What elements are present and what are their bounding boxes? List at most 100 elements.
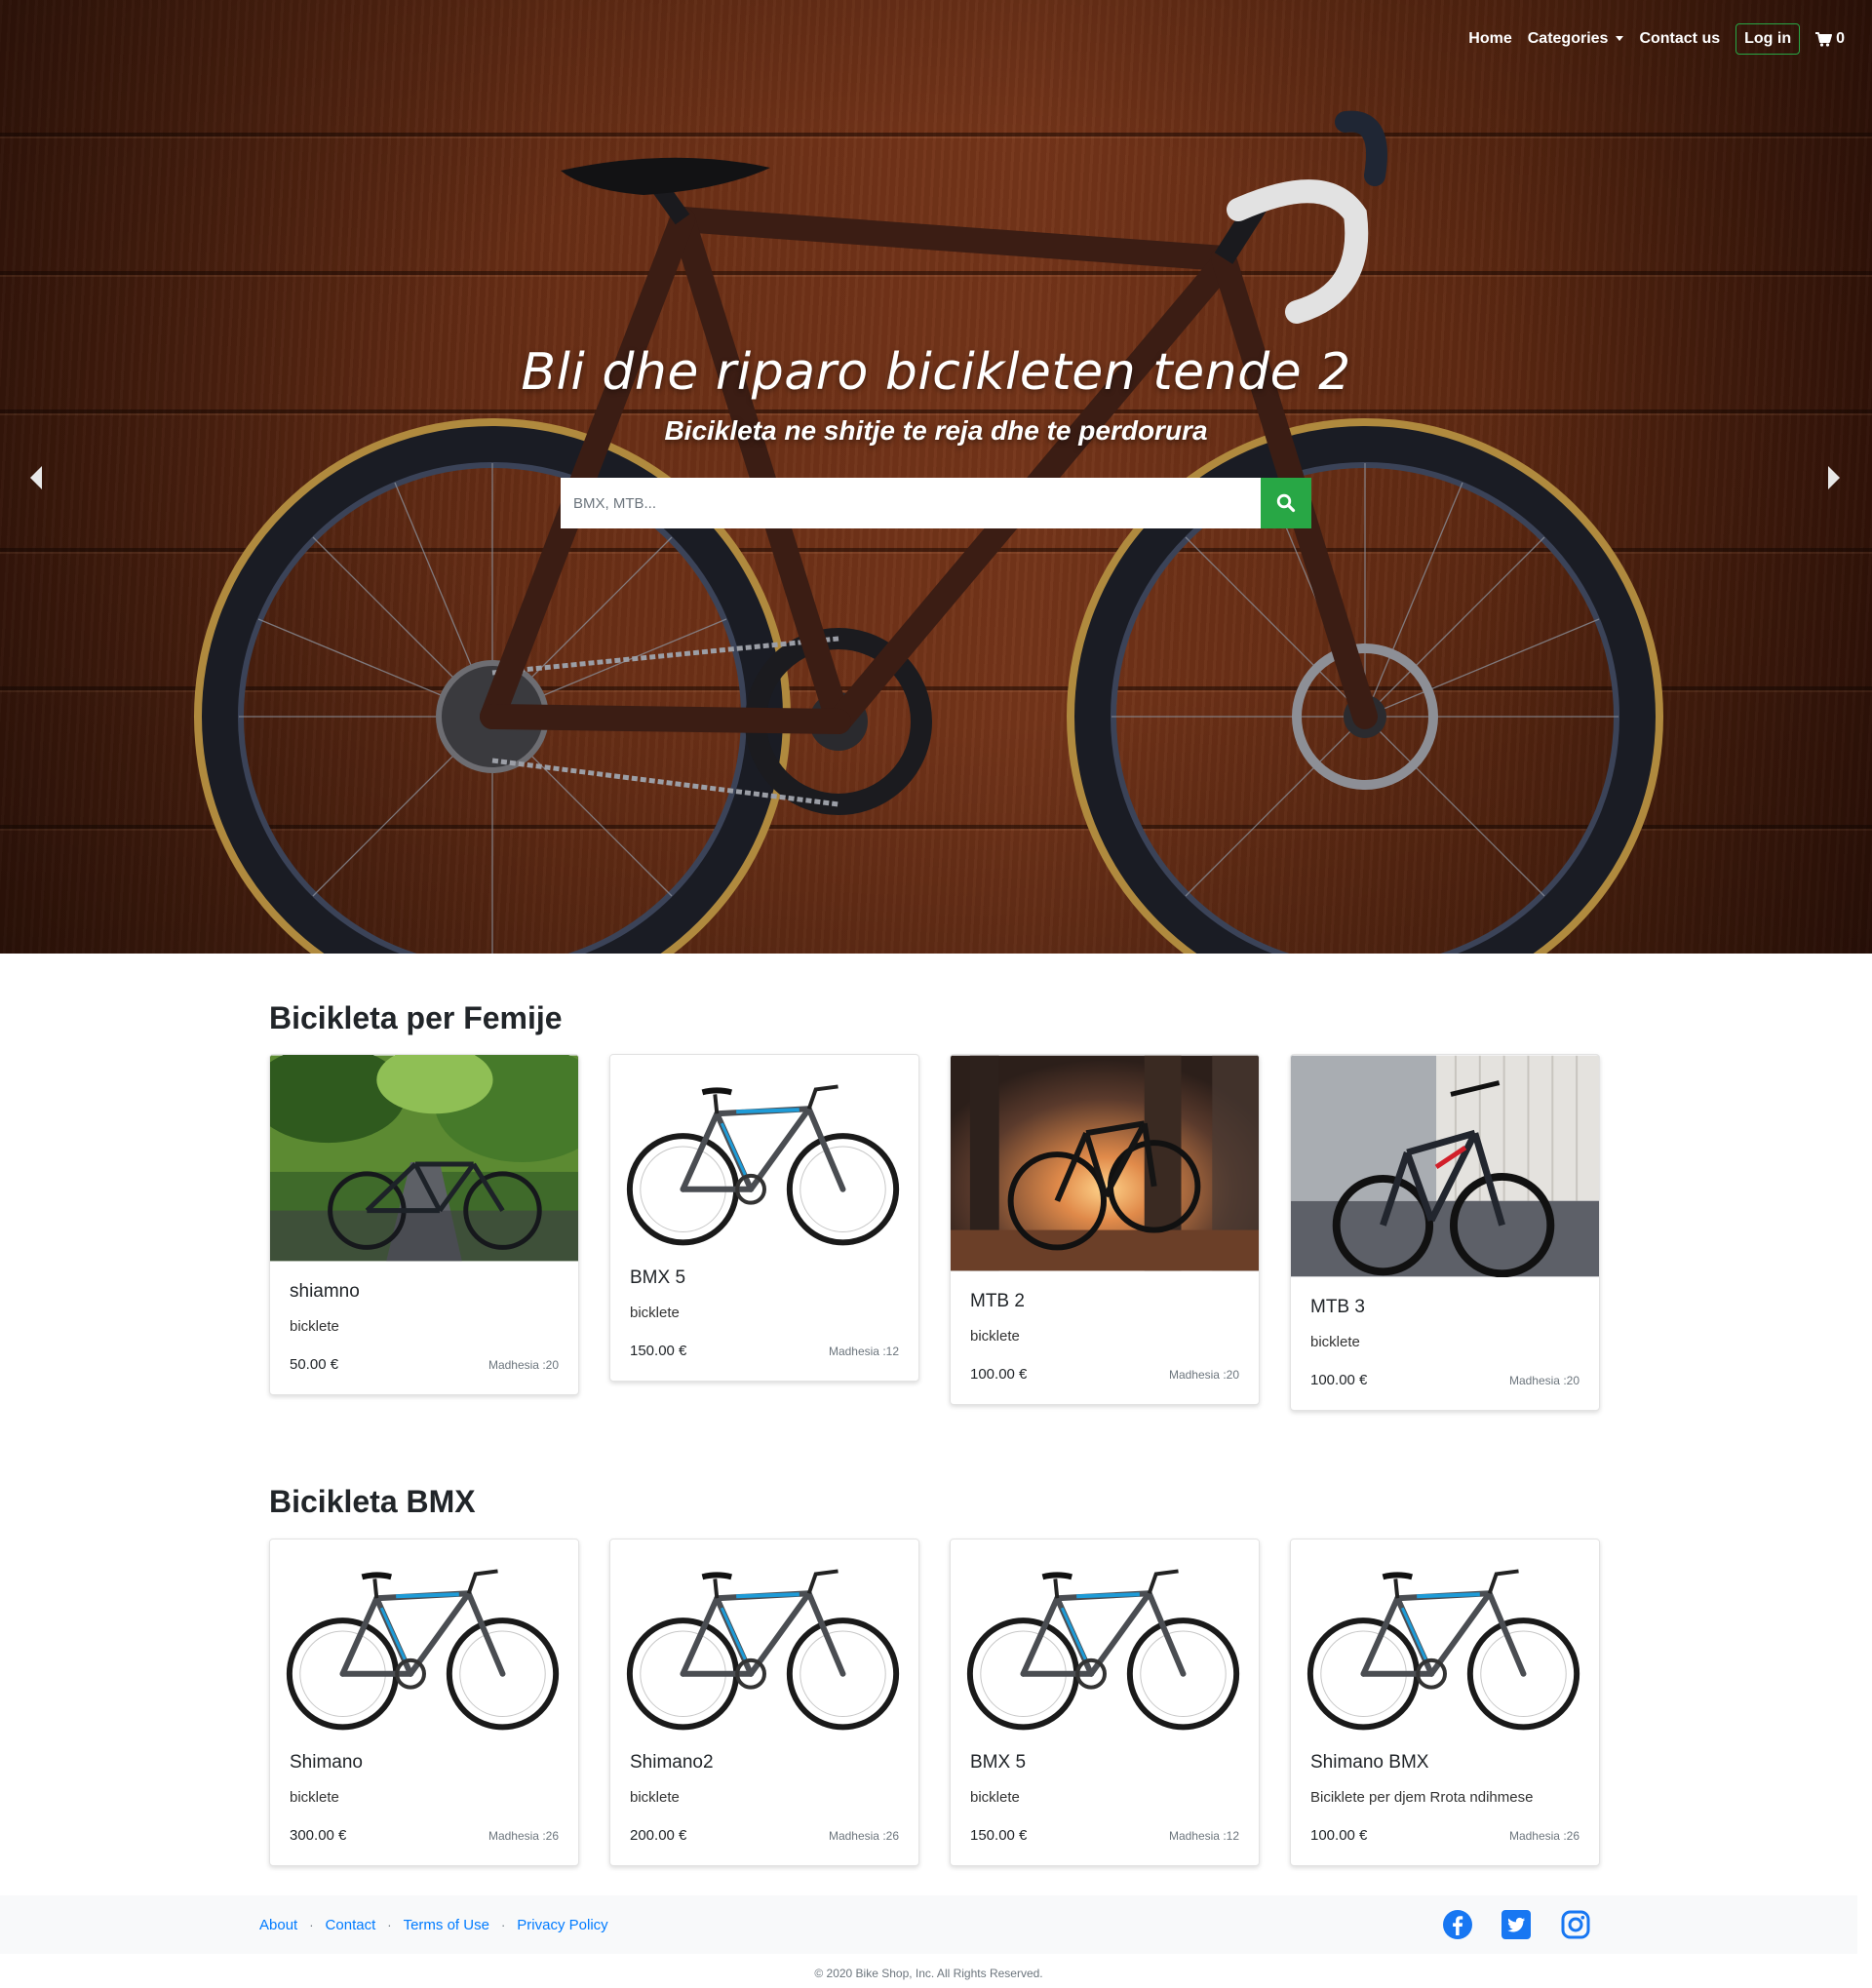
facebook-link[interactable] — [1442, 1909, 1473, 1940]
nav-home-link[interactable]: Home — [1468, 30, 1511, 48]
card-body: shiamno bicklete 50.00 € Madhesia :20 — [270, 1262, 578, 1394]
product-size: Madhesia :20 — [1508, 1373, 1580, 1387]
hero-bike-illustration — [194, 110, 1663, 954]
product-card[interactable]: BMX 5 bicklete 150.00 € Madhesia :12 — [609, 1054, 919, 1382]
product-name: BMX 5 — [630, 1267, 686, 1288]
product-price: 100.00 € — [1310, 1372, 1368, 1388]
card-footer: 100.00 € Madhesia :20 — [1310, 1372, 1580, 1388]
card-footer: 100.00 € Madhesia :26 — [1310, 1827, 1580, 1844]
street-mtb-photo — [1291, 1055, 1599, 1277]
card-body: Shimano bicklete 300.00 € Madhesia :26 — [270, 1733, 578, 1865]
section-title-femije: Bicikleta per Femije — [269, 1000, 563, 1035]
card-footer: 300.00 € Madhesia :26 — [290, 1827, 559, 1844]
search-bar — [561, 478, 1311, 528]
park-road-bike-photo — [270, 1055, 578, 1262]
carousel-next-button[interactable] — [1821, 464, 1847, 491]
footer-about-link[interactable]: About — [259, 1917, 297, 1933]
product-description: bicklete — [290, 1318, 339, 1335]
product-price: 300.00 € — [290, 1827, 347, 1844]
studio-bike-photo — [610, 1055, 918, 1248]
instagram-icon — [1561, 1910, 1590, 1939]
product-price: 200.00 € — [630, 1827, 687, 1844]
product-description: bicklete — [630, 1789, 680, 1806]
search-button[interactable] — [1261, 478, 1311, 528]
product-card[interactable]: MTB 2 bicklete 100.00 € Madhesia :20 — [950, 1054, 1260, 1405]
chevron-left-icon — [30, 466, 42, 489]
card-body: MTB 2 bicklete 100.00 € Madhesia :20 — [951, 1271, 1259, 1404]
product-size: Madhesia :26 — [488, 1828, 559, 1843]
product-size: Madhesia :20 — [1168, 1367, 1239, 1382]
footer-privacy-link[interactable]: Privacy Policy — [517, 1917, 607, 1933]
product-size: Madhesia :12 — [1168, 1828, 1239, 1843]
caret-down-icon — [1616, 36, 1624, 42]
nav-categories-label: Categories — [1527, 30, 1609, 47]
card-footer: 100.00 € Madhesia :20 — [970, 1366, 1239, 1383]
copyright-text: © 2020 Bike Shop, Inc. All Rights Reserv… — [814, 1967, 1043, 1980]
hero-carousel: Home Categories Contact us Log in 0 Bli … — [0, 0, 1872, 954]
twitter-icon — [1502, 1910, 1531, 1939]
card-body: Shimano2 bicklete 200.00 € Madhesia :26 — [610, 1733, 918, 1865]
search-input[interactable] — [561, 478, 1261, 528]
studio-bike-photo — [270, 1540, 578, 1733]
studio-bike-photo — [610, 1540, 918, 1733]
product-row-bmx: Shimano bicklete 300.00 € Madhesia :26 S… — [269, 1539, 1605, 1866]
card-body: Shimano BMX Biciklete per djem Rrota ndi… — [1291, 1733, 1599, 1865]
product-price: 50.00 € — [290, 1356, 339, 1373]
product-card[interactable]: BMX 5 bicklete 150.00 € Madhesia :12 — [950, 1539, 1260, 1866]
product-card[interactable]: Shimano2 bicklete 200.00 € Madhesia :26 — [609, 1539, 919, 1866]
product-description: bicklete — [290, 1789, 339, 1806]
card-footer: 150.00 € Madhesia :12 — [970, 1827, 1239, 1844]
card-footer: 50.00 € Madhesia :20 — [290, 1356, 559, 1373]
product-size: Madhesia :12 — [828, 1344, 899, 1358]
product-name: Shimano2 — [630, 1752, 714, 1773]
twitter-link[interactable] — [1501, 1909, 1532, 1940]
cart-icon — [1815, 31, 1833, 47]
cart-button[interactable]: 0 — [1815, 30, 1845, 48]
footer-contact-link[interactable]: Contact — [326, 1917, 376, 1933]
product-price: 100.00 € — [970, 1366, 1028, 1383]
product-description: bicklete — [1310, 1334, 1360, 1350]
product-price: 100.00 € — [1310, 1827, 1368, 1844]
top-navbar: Home Categories Contact us Log in 0 — [1468, 23, 1845, 55]
product-price: 150.00 € — [630, 1343, 687, 1359]
carousel-prev-button[interactable] — [23, 464, 49, 491]
product-size: Madhesia :20 — [488, 1357, 559, 1372]
card-footer: 200.00 € Madhesia :26 — [630, 1827, 899, 1844]
product-description: bicklete — [630, 1305, 680, 1321]
product-description: bicklete — [970, 1789, 1020, 1806]
footer-separator: · — [500, 1917, 506, 1932]
product-size: Madhesia :26 — [828, 1828, 899, 1843]
footer-terms-link[interactable]: Terms of Use — [404, 1917, 489, 1933]
product-name: Shimano — [290, 1752, 363, 1773]
footer-separator: · — [309, 1917, 314, 1932]
card-body: BMX 5 bicklete 150.00 € Madhesia :12 — [610, 1248, 918, 1381]
product-size: Madhesia :26 — [1508, 1828, 1580, 1843]
hero-subtitle: Bicikleta ne shitje te reja dhe te perdo… — [664, 415, 1208, 446]
nav-contact-link[interactable]: Contact us — [1639, 30, 1720, 48]
site-footer: About · Contact · Terms of Use · Privacy… — [0, 1895, 1857, 1954]
search-icon — [1276, 493, 1296, 513]
sunset-bike-photo — [951, 1055, 1259, 1271]
footer-links: About · Contact · Terms of Use · Privacy… — [259, 1895, 608, 1954]
product-card[interactable]: Shimano bicklete 300.00 € Madhesia :26 — [269, 1539, 579, 1866]
product-card[interactable]: shiamno bicklete 50.00 € Madhesia :20 — [269, 1054, 579, 1395]
product-name: Shimano BMX — [1310, 1752, 1429, 1773]
instagram-link[interactable] — [1560, 1909, 1591, 1940]
product-card[interactable]: MTB 3 bicklete 100.00 € Madhesia :20 — [1290, 1054, 1600, 1411]
product-row-femije: shiamno bicklete 50.00 € Madhesia :20 BM… — [269, 1054, 1605, 1411]
product-name: shiamno — [290, 1281, 360, 1302]
hero-title: Bli dhe riparo bicikleten tende 2 — [521, 343, 1351, 402]
card-body: BMX 5 bicklete 150.00 € Madhesia :12 — [951, 1733, 1259, 1865]
product-name: BMX 5 — [970, 1752, 1027, 1773]
product-card[interactable]: Shimano BMX Biciklete per djem Rrota ndi… — [1290, 1539, 1600, 1866]
product-price: 150.00 € — [970, 1827, 1028, 1844]
product-name: MTB 3 — [1310, 1297, 1365, 1317]
card-footer: 150.00 € Madhesia :12 — [630, 1343, 899, 1359]
section-title-bmx: Bicikleta BMX — [269, 1484, 476, 1519]
studio-bike-photo — [1291, 1540, 1599, 1733]
chevron-right-icon — [1828, 466, 1840, 489]
product-description: bicklete — [970, 1328, 1020, 1345]
login-button[interactable]: Log in — [1736, 23, 1801, 55]
nav-categories-dropdown[interactable]: Categories — [1528, 30, 1624, 48]
cart-count: 0 — [1836, 30, 1845, 47]
